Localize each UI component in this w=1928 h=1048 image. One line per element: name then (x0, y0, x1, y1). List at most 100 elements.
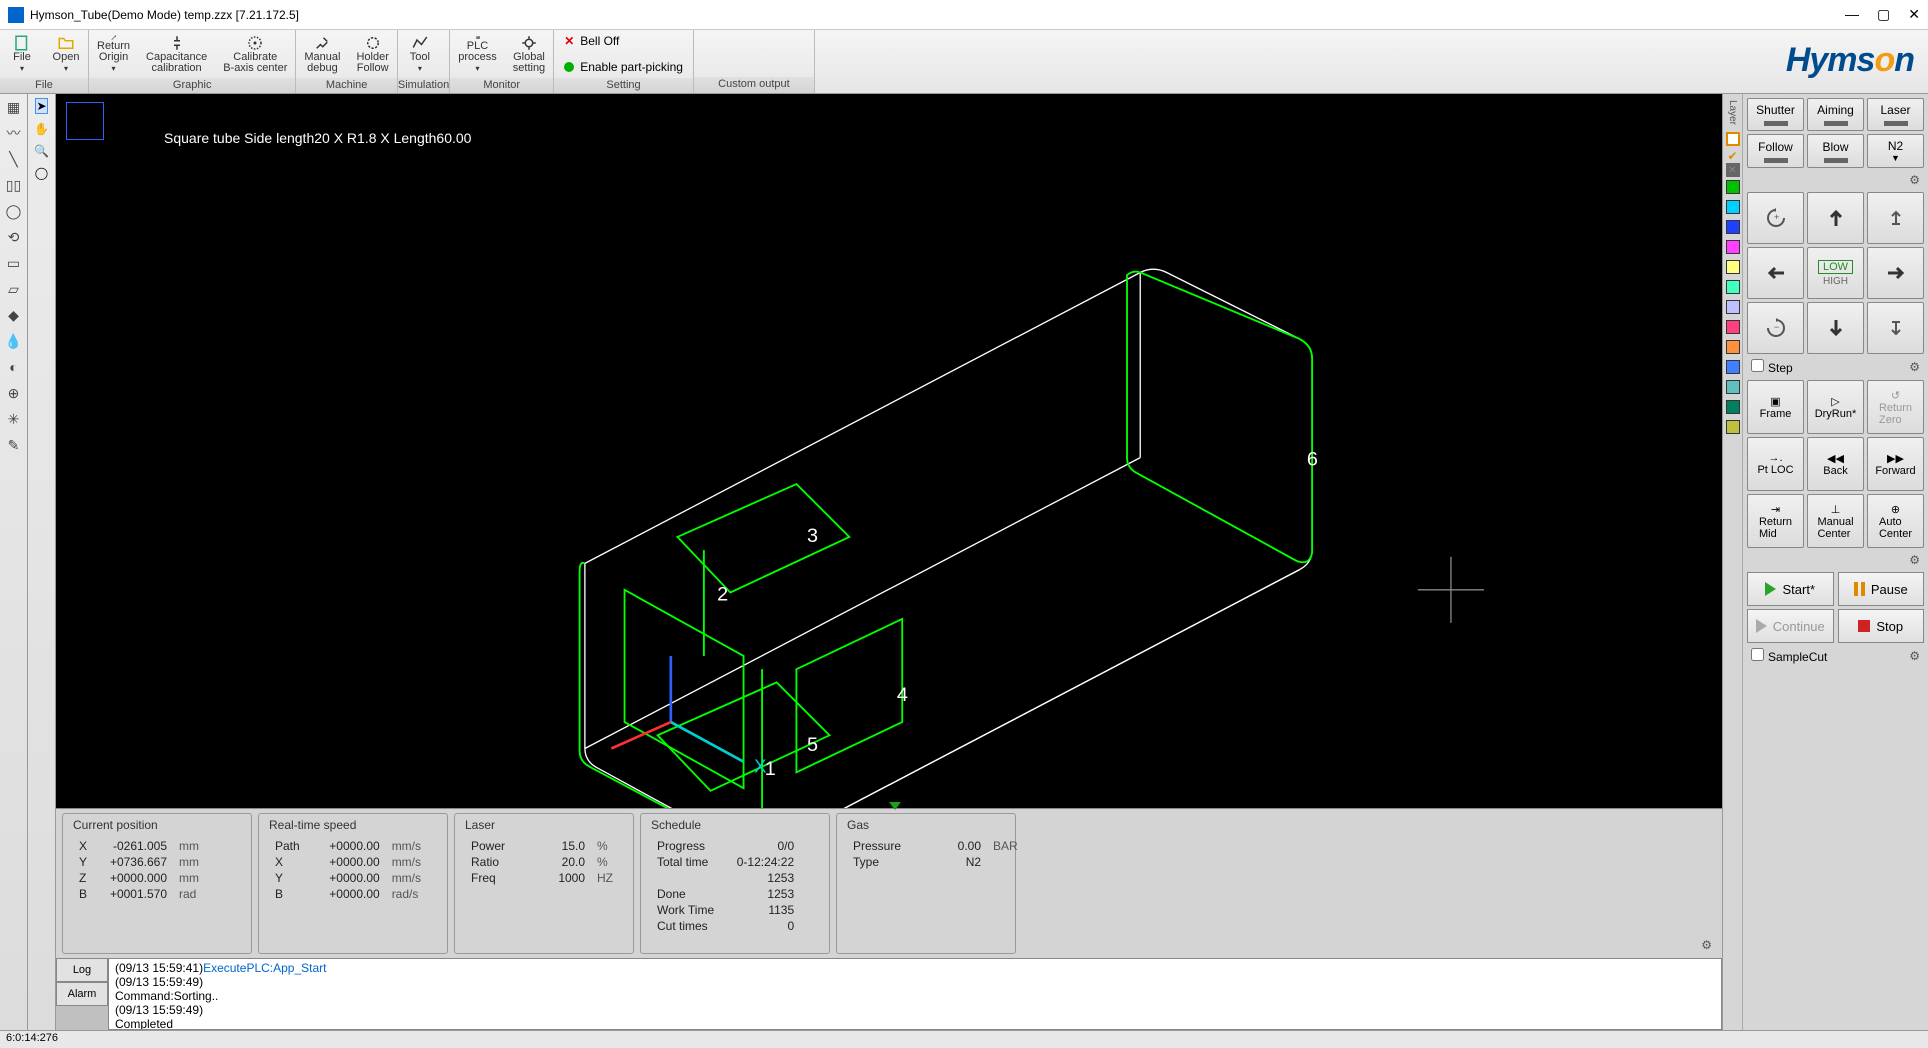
panel-current-position: Current position X-0261.005mm Y+0736.667… (62, 813, 252, 954)
jog-z-up-button[interactable] (1867, 192, 1924, 244)
hand-icon[interactable]: ✋ (34, 122, 49, 136)
line-icon[interactable]: ╲ (4, 150, 24, 168)
drop-icon[interactable]: 💧 (4, 332, 24, 350)
jog-up-button[interactable] (1807, 192, 1864, 244)
auto-center-button[interactable]: ⊕Auto Center (1867, 494, 1924, 548)
shape2-icon[interactable]: ◐ (4, 358, 24, 376)
alarm-tab[interactable]: Alarm (56, 982, 108, 1006)
layer-swatch[interactable] (1726, 300, 1740, 314)
jog-down-button[interactable] (1807, 302, 1864, 354)
capacitance-calibration-button[interactable]: Capacitance calibration (138, 30, 215, 78)
jog-z-down-button[interactable] (1867, 302, 1924, 354)
layer-swatch[interactable] (1726, 360, 1740, 374)
actions-gear-icon[interactable]: ⚙ (1909, 553, 1920, 567)
follow-button[interactable]: Follow (1747, 134, 1804, 168)
pointer-icon[interactable]: ➤ (35, 98, 47, 114)
maximize-icon[interactable]: ▢ (1877, 6, 1890, 23)
holder-follow-button[interactable]: Holder Follow (348, 30, 396, 78)
node-2: 2 (717, 583, 728, 605)
layer-swatch[interactable] (1726, 280, 1740, 294)
calibrate-b-axis-button[interactable]: Calibrate B-axis center (215, 30, 295, 78)
blow-button[interactable]: Blow (1807, 134, 1864, 168)
rect-pair-icon[interactable]: ▯▯ (4, 176, 24, 194)
return-mid-button[interactable]: ⇥Return Mid (1747, 494, 1804, 548)
rotate-icon[interactable]: ⟲ (4, 228, 24, 246)
jog-left-button[interactable] (1747, 247, 1804, 299)
circle2-icon[interactable]: ◯ (35, 166, 48, 180)
layer-swatch[interactable] (1726, 220, 1740, 234)
manual-center-button[interactable]: ⊥Manual Center (1807, 494, 1864, 548)
laser-button[interactable]: Laser (1867, 98, 1924, 131)
viewport-3d[interactable]: Square tube Side length20 X R1.8 X Lengt… (56, 94, 1722, 808)
back-button[interactable]: ◀◀Back (1807, 437, 1864, 491)
global-setting-button[interactable]: Global setting (505, 30, 553, 78)
right-pane: Layer ✔ ✕ Shutter Aiming Laser (1722, 94, 1928, 1030)
continue-button[interactable]: Continue (1747, 609, 1834, 643)
plc-process-button[interactable]: PLCPLC process▾ (450, 30, 505, 78)
layer-swatch[interactable] (1726, 240, 1740, 254)
zoom-icon[interactable]: 🔍 (34, 144, 49, 158)
stop-button[interactable]: Stop (1838, 609, 1925, 643)
row2-gear-icon[interactable]: ⚙ (1909, 173, 1920, 187)
burst-icon[interactable]: ✳ (4, 410, 24, 428)
left-toolbar-1: ▦ 〰 ╲ ▯▯ ◯ ⟲ ▭ ▱ ◆ 💧 ◐ ⊕ ✳ ✎ (0, 94, 28, 1030)
pause-icon (1854, 582, 1865, 596)
panels-gear-icon[interactable]: ⚙ (1701, 938, 1712, 952)
layer-swatch[interactable] (1726, 400, 1740, 414)
samplecut-checkbox[interactable]: SampleCut (1751, 648, 1827, 664)
file-button[interactable]: File▾ (0, 30, 44, 78)
jog-ccw-button[interactable]: + (1747, 192, 1804, 244)
target-icon[interactable]: ⊕ (4, 384, 24, 402)
svg-text:+: + (1774, 212, 1779, 222)
group-label-custom-output: Custom output (694, 77, 814, 93)
rect-icon[interactable]: ▭ (4, 254, 24, 272)
start-button[interactable]: Start* (1747, 572, 1834, 606)
pause-button[interactable]: Pause (1838, 572, 1925, 606)
layer-swatch[interactable] (1726, 340, 1740, 354)
layer-swatch[interactable] (1726, 380, 1740, 394)
jog-right-button[interactable] (1867, 247, 1924, 299)
window-title: Hymson_Tube(Demo Mode) temp.zzx [7.21.17… (30, 8, 299, 22)
layer-swatch[interactable] (1726, 200, 1740, 214)
log-output[interactable]: (09/13 15:59:41)ExecutePLC:App_Start (09… (108, 958, 1722, 1030)
step-checkbox[interactable]: Step (1751, 359, 1793, 375)
bell-off-toggle[interactable]: ✕Bell Off (554, 28, 693, 54)
layer-check-icon[interactable]: ✔ (1727, 149, 1737, 163)
forward-button[interactable]: ▶▶Forward (1867, 437, 1924, 491)
minimize-icon[interactable]: — (1845, 6, 1859, 23)
tool-button[interactable]: Tool▾ (398, 30, 442, 78)
shape1-icon[interactable]: ◆ (4, 306, 24, 324)
log-tab[interactable]: Log (56, 958, 108, 982)
open-button[interactable]: Open▾ (44, 30, 88, 78)
status-time: 6:0:14:276 (6, 1032, 58, 1047)
return-zero-button[interactable]: ↺Return Zero (1867, 380, 1924, 434)
frame-button[interactable]: ▣Frame (1747, 380, 1804, 434)
app-icon (8, 7, 24, 23)
manual-debug-button[interactable]: Manual debug (296, 30, 348, 78)
grid-icon[interactable]: ▦ (4, 98, 24, 116)
enable-part-picking-toggle[interactable]: Enable part-picking (554, 54, 693, 80)
panel-realtime-speed: Real-time speed Path+0000.00mm/s X+0000.… (258, 813, 448, 954)
curve-icon[interactable]: 〰 (4, 124, 24, 142)
jog-gear-icon[interactable]: ⚙ (1909, 360, 1920, 374)
circle-tool-icon[interactable]: ◯ (4, 202, 24, 220)
layer-swatch[interactable] (1726, 320, 1740, 334)
overlap-icon[interactable]: ▱ (4, 280, 24, 298)
pencil-icon[interactable]: ✎ (4, 436, 24, 454)
pt-loc-button[interactable]: →.Pt LOC (1747, 437, 1804, 491)
run-gear-icon[interactable]: ⚙ (1909, 649, 1920, 663)
aiming-button[interactable]: Aiming (1807, 98, 1864, 131)
layer-swatch[interactable] (1726, 420, 1740, 434)
shutter-button[interactable]: Shutter (1747, 98, 1804, 131)
n2-button[interactable]: N2▼ (1867, 134, 1924, 168)
jog-cw-button[interactable]: − (1747, 302, 1804, 354)
close-icon[interactable]: ✕ (1908, 6, 1920, 23)
return-origin-button[interactable]: Return Origin▾ (89, 30, 138, 78)
speed-toggle-button[interactable]: LOWHIGH (1807, 247, 1864, 299)
layer-x-icon[interactable]: ✕ (1726, 163, 1740, 177)
layer-swatch-0[interactable] (1726, 132, 1740, 146)
viewport-handle-icon[interactable] (889, 802, 901, 810)
layer-swatch[interactable] (1726, 260, 1740, 274)
dryrun-button[interactable]: ▷DryRun* (1807, 380, 1864, 434)
layer-swatch[interactable] (1726, 180, 1740, 194)
